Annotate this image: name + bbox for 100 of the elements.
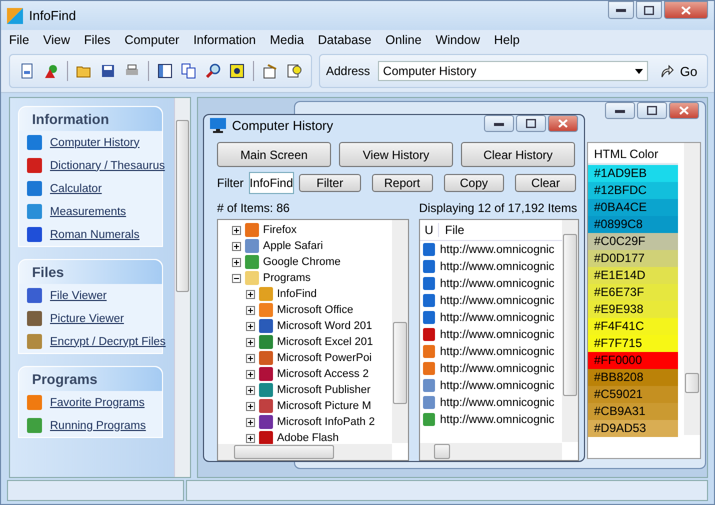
action-button[interactable]: Report — [372, 174, 432, 192]
tree-item[interactable]: Google Chrome — [263, 256, 341, 268]
close-button[interactable] — [548, 115, 578, 132]
sidebar-link[interactable]: Running Programs — [50, 420, 146, 432]
column-header[interactable]: File — [439, 223, 464, 237]
minimize-icon — [494, 122, 504, 126]
maximize-button[interactable] — [636, 1, 662, 19]
sidebar-link[interactable]: Measurements — [50, 206, 126, 218]
address-label: Address — [326, 64, 370, 78]
expand-toggle[interactable] — [246, 418, 255, 426]
expand-toggle[interactable] — [232, 258, 241, 266]
tree-item[interactable]: Microsoft InfoPath 2 — [277, 416, 375, 428]
menu-item[interactable]: Files — [83, 33, 112, 47]
menu-item[interactable]: View — [42, 33, 72, 47]
color-swatch-cell: #FF0000 — [588, 352, 678, 369]
tree-item[interactable]: Apple Safari — [263, 240, 323, 252]
filter-field[interactable]: InfoFind — [248, 172, 294, 194]
maximize-icon — [647, 106, 657, 115]
tree-item[interactable]: Microsoft Access 2 — [277, 368, 369, 380]
vertical-scrollbar[interactable] — [562, 220, 578, 442]
expand-toggle[interactable] — [246, 290, 255, 298]
expand-toggle[interactable] — [246, 338, 255, 346]
menu-item[interactable]: Media — [268, 33, 305, 47]
color-swatch-cell: #D9AD53 — [588, 420, 678, 437]
monitor-icon — [210, 118, 226, 133]
sidebar-link[interactable]: Favorite Programs — [50, 396, 145, 408]
action-button[interactable]: Clear History — [461, 142, 575, 167]
minimize-button[interactable] — [484, 115, 514, 132]
menu-item[interactable]: Computer — [123, 33, 180, 47]
horizontal-scrollbar[interactable] — [420, 443, 562, 460]
minimize-icon — [615, 108, 625, 112]
maximize-icon — [526, 119, 536, 128]
minimize-button[interactable] — [605, 102, 635, 119]
tree-item[interactable]: Microsoft Publisher — [277, 384, 371, 396]
expand-toggle[interactable] — [246, 322, 255, 330]
expand-toggle[interactable] — [246, 370, 255, 378]
vertical-scrollbar[interactable] — [174, 98, 190, 477]
sidebar-link[interactable]: Dictionary / Thesaurus — [50, 160, 165, 172]
expand-toggle[interactable] — [232, 242, 241, 250]
sidebar-link[interactable]: Roman Numerals — [50, 228, 140, 240]
go-button[interactable]: Go — [656, 64, 702, 78]
tree-item[interactable]: Adobe Flash — [277, 432, 339, 444]
collapse-toggle[interactable] — [232, 274, 241, 282]
menu-item[interactable]: File — [8, 33, 30, 47]
tree-item[interactable]: Microsoft Picture M — [277, 400, 372, 412]
action-button[interactable]: View History — [339, 142, 453, 167]
sidebar-section-header: Information — [19, 107, 162, 131]
menu-item[interactable]: Online — [384, 33, 423, 47]
menu-item[interactable]: Window — [434, 33, 482, 47]
tree-item[interactable]: Programs — [263, 272, 311, 284]
action-button[interactable]: Main Screen — [217, 142, 331, 167]
expand-toggle[interactable] — [232, 226, 241, 234]
menu-item[interactable]: Database — [316, 33, 372, 47]
sidebar-section-header: Programs — [19, 367, 162, 391]
expand-toggle[interactable] — [246, 402, 255, 410]
tree-item[interactable]: Firefox — [263, 224, 297, 236]
item-count: # of Items: 86 — [217, 201, 291, 215]
expand-toggle[interactable] — [246, 354, 255, 362]
close-button[interactable] — [669, 102, 699, 119]
filter-label: Filter — [217, 176, 244, 190]
close-button[interactable] — [664, 1, 708, 19]
color-swatch-cell: #D0D177 — [588, 250, 678, 267]
sidebar-link[interactable]: File Viewer — [50, 290, 107, 302]
expand-toggle[interactable] — [246, 386, 255, 394]
maximize-button[interactable] — [516, 115, 546, 132]
expand-toggle[interactable] — [246, 306, 255, 314]
maximize-button[interactable] — [637, 102, 667, 119]
vertical-scrollbar[interactable] — [392, 220, 408, 443]
tree-item[interactable]: InfoFind — [277, 288, 317, 300]
column-header[interactable]: U — [420, 223, 439, 237]
action-button[interactable]: Copy — [444, 174, 504, 192]
sidebar-link[interactable]: Picture Viewer — [50, 312, 124, 324]
sidebar-link[interactable]: Computer History — [50, 136, 140, 148]
tree-item[interactable]: Microsoft PowerPoi — [277, 352, 372, 364]
sidebar-link[interactable]: Encrypt / Decrypt Files — [50, 336, 166, 348]
action-button[interactable]: Filter — [299, 174, 361, 192]
close-icon — [679, 106, 689, 115]
color-swatch-cell: #12BFDC — [588, 182, 678, 199]
address-field[interactable]: Computer History — [378, 61, 648, 81]
url-cell: http://www.omnicognic — [440, 362, 554, 374]
display-count: Displaying 12 of 17,192 Items — [419, 201, 578, 215]
url-cell: http://www.omnicognic — [440, 414, 554, 426]
url-cell: http://www.omnicognic — [440, 396, 554, 408]
expand-toggle[interactable] — [246, 434, 255, 442]
horizontal-scrollbar[interactable] — [218, 444, 392, 460]
color-swatch-cell: #CB9A31 — [588, 403, 678, 420]
tree-item[interactable]: Microsoft Office — [277, 304, 354, 316]
menu-item[interactable]: Information — [192, 33, 257, 47]
tree-item[interactable]: Microsoft Excel 201 — [277, 336, 373, 348]
tree-item[interactable]: Microsoft Word 201 — [277, 320, 372, 332]
action-button[interactable]: Clear — [515, 174, 576, 192]
minimize-button[interactable] — [608, 1, 634, 19]
dropdown-caret-icon — [635, 68, 644, 74]
color-swatch-cell: #E1E14D — [588, 267, 678, 284]
close-icon — [558, 119, 568, 128]
vertical-scrollbar[interactable] — [684, 143, 700, 435]
menu-item[interactable]: Help — [493, 33, 521, 47]
color-swatch-cell: #0BA4CE — [588, 199, 678, 216]
sidebar-link[interactable]: Calculator — [50, 182, 102, 194]
color-swatch-cell: #F4F41C — [588, 318, 678, 335]
